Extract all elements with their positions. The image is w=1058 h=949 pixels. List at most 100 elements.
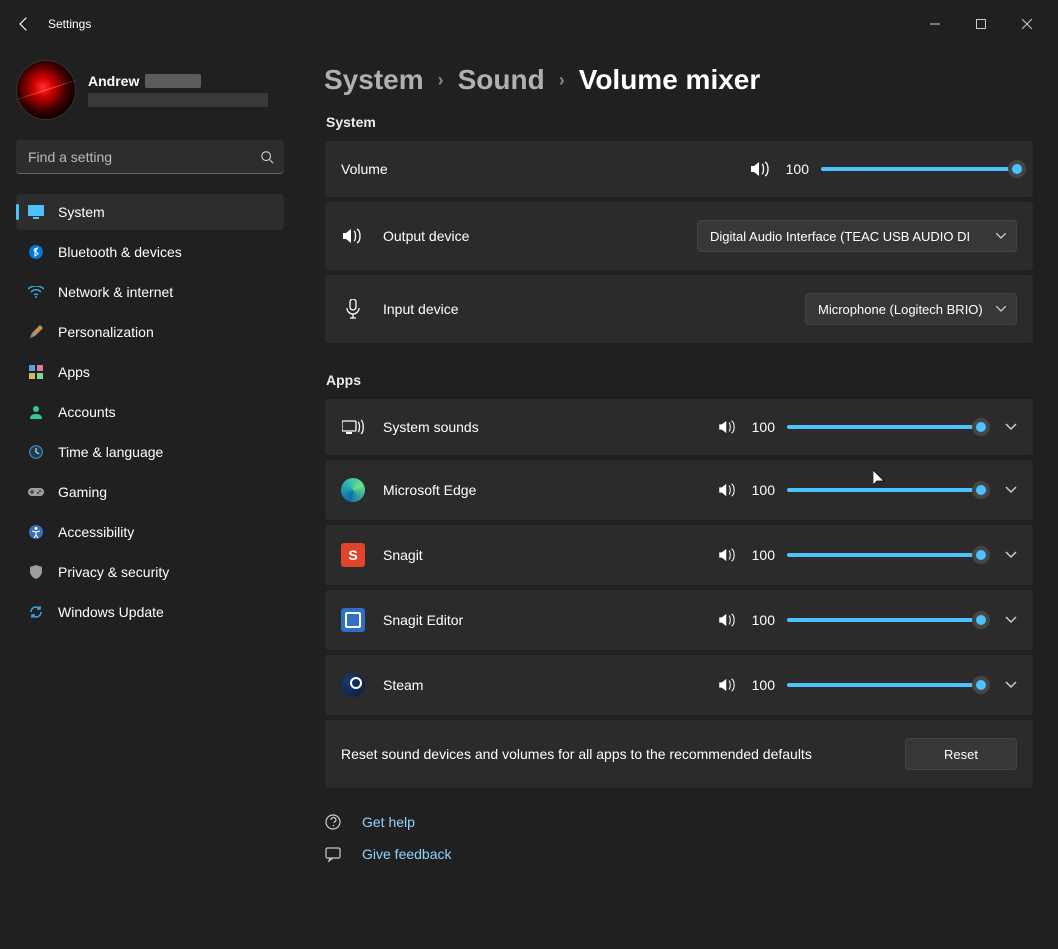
chevron-down-icon <box>996 233 1006 239</box>
nav-apps[interactable]: Apps <box>16 354 284 390</box>
accessibility-icon <box>28 524 44 540</box>
speaker-icon[interactable] <box>719 420 737 434</box>
nav-gaming[interactable]: Gaming <box>16 474 284 510</box>
input-device-label: Input device <box>383 301 459 317</box>
nav-personalization[interactable]: Personalization <box>16 314 284 350</box>
minimize-button[interactable] <box>912 8 958 40</box>
card-app-system: System sounds 100 <box>324 398 1034 456</box>
card-app-steam: Steam 100 <box>324 654 1034 716</box>
user-email-redacted <box>88 93 268 107</box>
card-app-edge: Microsoft Edge 100 <box>324 459 1034 521</box>
gaming-icon <box>28 484 44 500</box>
shield-icon <box>28 564 44 580</box>
person-icon <box>28 404 44 420</box>
nav-system[interactable]: System <box>16 194 284 230</box>
snagit-editor-icon <box>341 608 365 632</box>
app-volume-slider[interactable] <box>787 675 981 695</box>
breadcrumb-system[interactable]: System <box>324 64 424 96</box>
sidebar: Andrew System Bluetooth & devices Networ… <box>0 48 300 949</box>
volume-slider[interactable] <box>821 159 1017 179</box>
section-system-label: System <box>326 114 1034 130</box>
output-device-value: Digital Audio Interface (TEAC USB AUDIO … <box>710 229 970 244</box>
reset-text: Reset sound devices and volumes for all … <box>341 746 905 762</box>
give-feedback-link[interactable]: Give feedback <box>362 846 452 862</box>
search-input[interactable] <box>16 140 284 174</box>
input-device-value: Microphone (Logitech BRIO) <box>818 302 983 317</box>
nav-label: Apps <box>58 364 90 380</box>
expand-button[interactable] <box>1005 423 1017 431</box>
nav: System Bluetooth & devices Network & int… <box>16 194 284 630</box>
app-volume-slider[interactable] <box>787 545 981 565</box>
app-name: Snagit <box>383 547 423 563</box>
nav-accessibility[interactable]: Accessibility <box>16 514 284 550</box>
nav-label: Privacy & security <box>58 564 169 580</box>
edge-icon <box>341 478 365 502</box>
expand-button[interactable] <box>1005 486 1017 494</box>
nav-label: Accounts <box>58 404 116 420</box>
chevron-right-icon: › <box>438 70 444 91</box>
nav-label: Accessibility <box>58 524 134 540</box>
expand-button[interactable] <box>1005 681 1017 689</box>
nav-privacy[interactable]: Privacy & security <box>16 554 284 590</box>
user-name-redacted <box>145 74 201 88</box>
bluetooth-icon <box>28 244 44 260</box>
speaker-icon[interactable] <box>719 548 737 562</box>
nav-accounts[interactable]: Accounts <box>16 394 284 430</box>
app-volume-value: 100 <box>749 677 775 693</box>
speaker-icon <box>341 228 365 244</box>
apps-icon <box>28 364 44 380</box>
output-device-dropdown[interactable]: Digital Audio Interface (TEAC USB AUDIO … <box>697 220 1017 252</box>
speaker-icon[interactable] <box>751 161 771 177</box>
system-sounds-icon <box>341 419 365 435</box>
display-icon <box>28 204 44 220</box>
breadcrumb-sound[interactable]: Sound <box>458 64 545 96</box>
nav-label: Network & internet <box>58 284 173 300</box>
wifi-icon <box>28 284 44 300</box>
app-name: Microsoft Edge <box>383 482 476 498</box>
expand-button[interactable] <box>1005 616 1017 624</box>
titlebar: Settings <box>0 0 1058 48</box>
chevron-down-icon <box>996 306 1006 312</box>
input-device-dropdown[interactable]: Microphone (Logitech BRIO) <box>805 293 1017 325</box>
search-box[interactable] <box>16 140 284 174</box>
app-name: System sounds <box>383 419 479 435</box>
back-button[interactable] <box>8 8 40 40</box>
breadcrumb: System › Sound › Volume mixer <box>324 64 1034 96</box>
nav-label: System <box>58 204 105 220</box>
nav-label: Windows Update <box>58 604 164 620</box>
card-output-device: Output device Digital Audio Interface (T… <box>324 201 1034 271</box>
speaker-icon[interactable] <box>719 678 737 692</box>
get-help-link[interactable]: Get help <box>362 814 415 830</box>
app-volume-slider[interactable] <box>787 610 981 630</box>
app-volume-value: 100 <box>749 482 775 498</box>
feedback-icon <box>324 845 344 863</box>
help-icon <box>324 813 344 831</box>
app-volume-slider[interactable] <box>787 417 981 437</box>
nav-label: Time & language <box>58 444 163 460</box>
maximize-button[interactable] <box>958 8 1004 40</box>
nav-time-language[interactable]: Time & language <box>16 434 284 470</box>
nav-bluetooth[interactable]: Bluetooth & devices <box>16 234 284 270</box>
app-name: Snagit Editor <box>383 612 463 628</box>
speaker-icon[interactable] <box>719 483 737 497</box>
expand-button[interactable] <box>1005 551 1017 559</box>
speaker-icon[interactable] <box>719 613 737 627</box>
avatar <box>16 60 76 120</box>
search-icon <box>260 150 274 164</box>
nav-label: Bluetooth & devices <box>58 244 182 260</box>
app-volume-slider[interactable] <box>787 480 981 500</box>
paintbrush-icon <box>28 324 44 340</box>
card-app-snagited: Snagit Editor 100 <box>324 589 1034 651</box>
update-icon <box>28 604 44 620</box>
nav-network[interactable]: Network & internet <box>16 274 284 310</box>
reset-button[interactable]: Reset <box>905 738 1017 770</box>
app-volume-value: 100 <box>749 612 775 628</box>
clock-icon <box>28 444 44 460</box>
footer-links: Get help Give feedback <box>324 813 1034 863</box>
nav-windows-update[interactable]: Windows Update <box>16 594 284 630</box>
close-button[interactable] <box>1004 8 1050 40</box>
profile[interactable]: Andrew <box>16 56 284 132</box>
chevron-right-icon: › <box>559 70 565 91</box>
app-name: Steam <box>383 677 423 693</box>
user-name: Andrew <box>88 73 268 89</box>
